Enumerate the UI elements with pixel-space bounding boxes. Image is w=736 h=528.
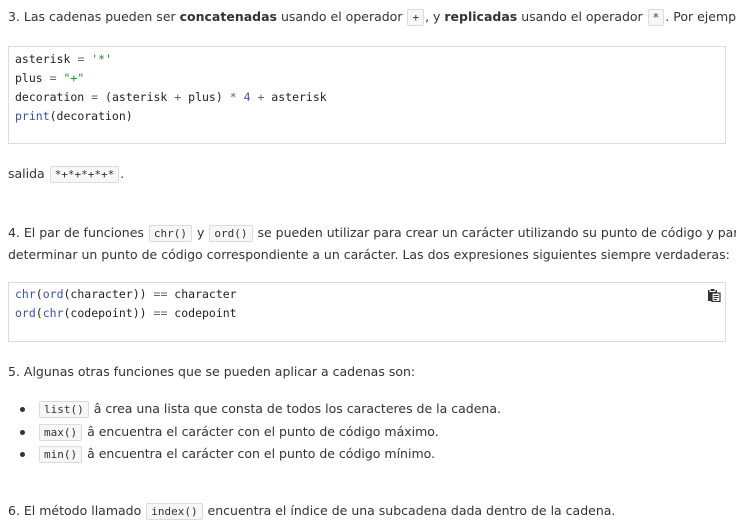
text: usando el operador xyxy=(276,9,407,24)
inline-code: list() xyxy=(39,401,89,418)
list-item: min() â encuentra el carácter con el pun… xyxy=(20,443,501,466)
output-value: *+*+*+*+* xyxy=(49,166,120,183)
bold-term: replicadas xyxy=(444,9,518,24)
paragraph-6: 6. El método llamado index() encuentra e… xyxy=(8,503,616,520)
inline-code: max() xyxy=(39,423,83,441)
bold-term: concatenadas xyxy=(179,9,277,24)
function-list: list() â crea una lista que consta de to… xyxy=(8,398,501,466)
list-item: list() â crea una lista que consta de to… xyxy=(20,398,501,421)
code-content: chr(ord(character)) == character ord(chr… xyxy=(15,287,237,320)
inline-code: * xyxy=(647,9,665,26)
text: usando el operador xyxy=(517,9,647,24)
clipboard-icon[interactable] xyxy=(707,288,721,302)
list-item: max() â encuentra el carácter con el pun… xyxy=(20,421,501,444)
paragraph-4: 4. El par de funciones chr() y ord() se … xyxy=(8,225,736,262)
paragraph-5: 5. Algunas otras funciones que se pueden… xyxy=(8,364,416,379)
inline-code: ord() xyxy=(209,225,253,242)
code-block-concatenation[interactable]: asterisk = '*' plus = "+" decoration = (… xyxy=(8,46,726,144)
text: . Por ejemplo: xyxy=(665,9,736,24)
text: 3. Las cadenas pueden ser xyxy=(8,9,180,24)
paragraph-3: 3. Las cadenas pueden ser concatenadas u… xyxy=(8,6,736,28)
output-label: salida xyxy=(8,166,49,181)
inline-code: index() xyxy=(146,503,203,520)
code-block-chr-ord[interactable]: chr(ord(character)) == character ord(chr… xyxy=(8,282,726,342)
inline-code: + xyxy=(407,9,425,26)
output-line: salida *+*+*+*+*. xyxy=(8,166,125,183)
text: , y xyxy=(425,9,445,24)
code-content: asterisk = '*' plus = "+" decoration = (… xyxy=(15,52,327,123)
inline-code: min() xyxy=(39,446,83,463)
inline-code: chr() xyxy=(148,225,193,242)
